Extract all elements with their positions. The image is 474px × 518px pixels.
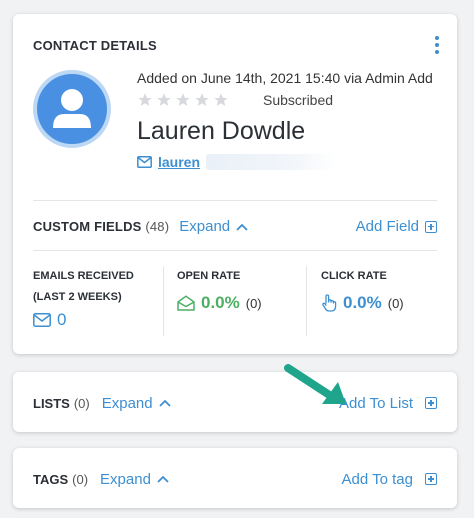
emails-received-stat: EMAILS RECEIVED (LAST 2 WEEKS) 0 [33,266,161,341]
add-to-list-button[interactable]: Add To List [339,395,437,412]
subscription-status: Subscribed [263,92,334,108]
tags-expand[interactable]: Expand [100,471,169,488]
contact-name: Lauren Dowdle [137,117,306,145]
tags-title: TAGS [33,471,69,487]
open-rate-count: (0) [245,295,262,311]
star-icon[interactable] [175,92,191,108]
tags-count: (0) [72,471,89,487]
click-rate-stat: CLICK RATE 0.0% (0) [321,266,441,341]
star-icon[interactable] [137,92,153,108]
open-rate-value: 0.0% [201,293,240,312]
email-address[interactable]: lauren [158,154,200,170]
add-to-tag-button[interactable]: Add To tag [342,471,437,488]
email-link[interactable]: lauren [137,154,337,170]
added-info-text: Added on June 14th, 2021 15:40 via Admin… [137,70,433,86]
divider [163,266,164,336]
divider [33,250,437,251]
chevron-up-icon [236,223,248,231]
chevron-up-icon [157,475,169,483]
open-rate-label: OPEN RATE [177,270,241,282]
star-icon[interactable] [156,92,172,108]
plus-box-icon [425,473,437,485]
lists-count: (0) [73,395,90,411]
email-redaction [206,154,337,170]
avatar [33,70,111,148]
star-icon[interactable] [213,92,229,108]
envelope-icon [137,156,152,168]
plus-box-icon [425,397,437,409]
lists-expand[interactable]: Expand [102,395,171,412]
contact-details-card: CONTACT DETAILS Added on June 14th, 2021… [13,14,457,354]
emails-received-value: 0 [57,310,67,329]
custom-fields-row: CUSTOM FIELDS (48) Expand Add Field [33,216,437,240]
plus-box-icon [425,220,437,233]
envelope-icon [33,313,51,327]
pointer-hand-icon [322,294,337,312]
star-rating[interactable] [137,92,229,108]
click-rate-label: CLICK RATE [321,270,387,282]
annotation-arrow-icon [284,364,346,404]
user-icon [53,89,91,128]
add-field-button[interactable]: Add Field [356,218,437,235]
divider [33,200,437,201]
emails-received-label: EMAILS RECEIVED [33,270,134,282]
lists-card: LISTS (0) Expand Add To List [13,372,457,432]
open-envelope-icon [177,295,195,311]
star-icon[interactable] [194,92,210,108]
more-options-icon[interactable] [433,36,441,54]
click-rate-value: 0.0% [343,293,382,312]
emails-received-period: (LAST 2 WEEKS) [33,291,122,303]
chevron-up-icon [158,399,171,407]
click-rate-count: (0) [387,295,404,311]
tags-card: TAGS (0) Expand Add To tag [13,448,457,508]
custom-fields-expand[interactable]: Expand [179,218,248,235]
lists-title: LISTS [33,395,70,411]
divider [306,266,307,336]
custom-fields-title: CUSTOM FIELDS (48) [33,219,170,234]
open-rate-stat: OPEN RATE 0.0% (0) [177,266,305,341]
contact-details-title: CONTACT DETAILS [33,38,157,53]
